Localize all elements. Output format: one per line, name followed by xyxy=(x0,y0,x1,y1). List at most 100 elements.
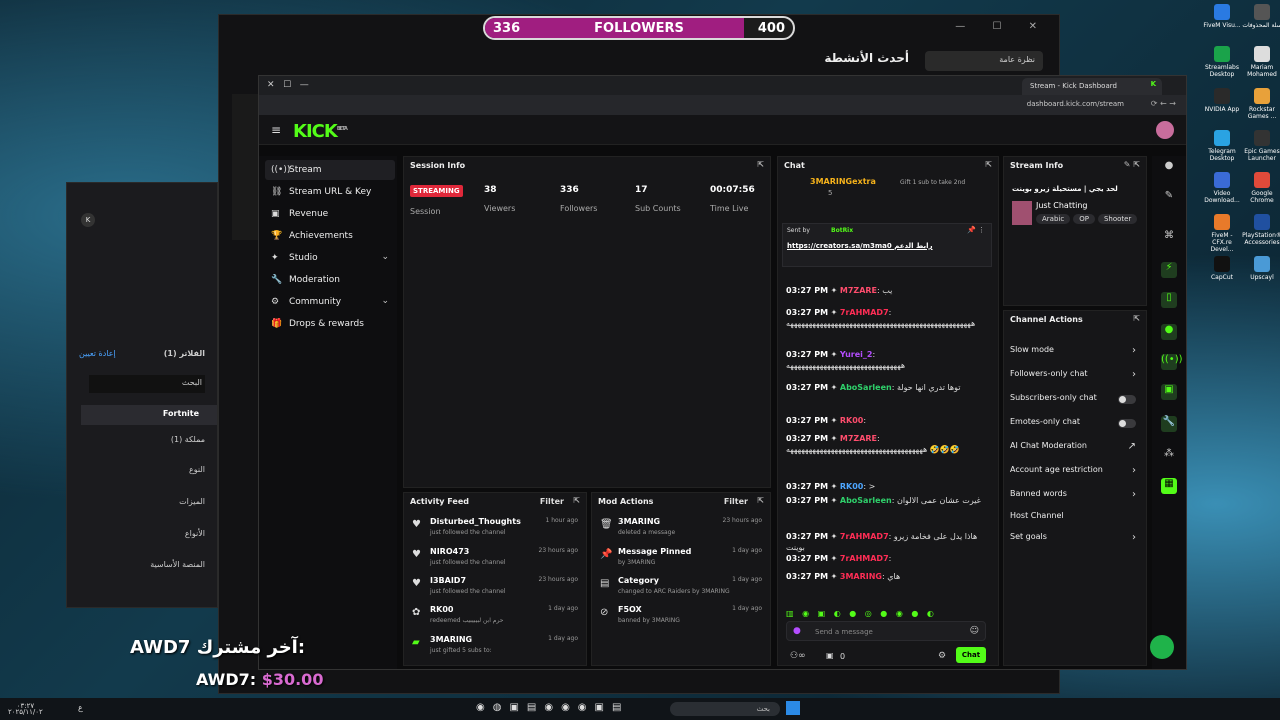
followers-only-row[interactable]: Followers-only chat › xyxy=(1010,369,1140,389)
window-controls[interactable]: ✕ ☐ — xyxy=(267,80,309,90)
address-bar[interactable]: dashboard.kick.com/stream ⟳ ← → xyxy=(259,95,1186,115)
sidebar-item-stream[interactable]: ((•)) Stream xyxy=(265,160,395,180)
emote-bar[interactable]: ▥ ◉ ▣ ◐ ● ◎ ● ◉ ● ◐ xyxy=(786,609,986,619)
host-channel-row[interactable]: Host Channel xyxy=(1010,511,1140,531)
emotes-only-toggle[interactable] xyxy=(1118,419,1136,428)
desktop-shortcut[interactable]: Google Chrome xyxy=(1242,172,1280,204)
broadcast-icon[interactable]: ((•)) xyxy=(1161,354,1183,370)
sidebar-item-studio[interactable]: ✦ Studio ⌄ xyxy=(265,248,395,268)
pinned-message[interactable]: Sent by BotRix https://creators.sa/m3ma0… xyxy=(782,223,992,267)
features-filter[interactable]: الميزات xyxy=(79,497,205,506)
pinned-link[interactable]: https://creators.sa/m3ma0 رابط الدعم xyxy=(787,242,933,250)
kick-logo[interactable]: KICKBETA xyxy=(293,121,348,142)
message-user[interactable]: M7ZARE xyxy=(840,434,877,443)
sidebar-item-achievements[interactable]: 🏆 Achievements xyxy=(265,226,395,246)
lightning-icon[interactable]: ⚡ xyxy=(1161,262,1177,278)
popout-icon[interactable]: ⇱ xyxy=(573,496,580,505)
document-icon[interactable]: ▯ xyxy=(1161,292,1177,308)
message-user[interactable]: 7rAHMAD7 xyxy=(840,532,889,541)
desktop-shortcut[interactable]: Telegram Desktop xyxy=(1202,130,1242,162)
banned-words-row[interactable]: Banned words › xyxy=(1010,489,1140,509)
sidebar-item-revenue[interactable]: ▣ Revenue xyxy=(265,204,395,224)
desktop-shortcut[interactable]: Rockstar Games ... xyxy=(1242,88,1280,120)
tab-kick-dashboard[interactable]: Stream - Kick Dashboard K xyxy=(1022,78,1162,95)
chat-bubble-icon[interactable]: ● xyxy=(1161,324,1177,340)
subscribers-only-toggle[interactable] xyxy=(1118,395,1136,404)
set-goals-row[interactable]: Set goals › xyxy=(1010,532,1140,552)
desktop-shortcut[interactable]: CapCut xyxy=(1202,256,1242,281)
desktop-shortcut[interactable]: PlayStation® Accessories xyxy=(1242,214,1280,246)
game-icon[interactable]: ▦ xyxy=(1161,478,1177,494)
account-age-row[interactable]: Account age restriction › xyxy=(1010,465,1140,485)
desktop-shortcut[interactable]: FiveM Visu... xyxy=(1202,4,1242,29)
genre-filter[interactable]: النوع xyxy=(79,465,205,474)
message-user[interactable]: AboSarleen xyxy=(840,496,892,505)
mic-icon[interactable]: ● xyxy=(793,626,801,636)
desktop-shortcut[interactable]: FiveM - CFX.re Devel... xyxy=(1202,214,1242,253)
types-filter[interactable]: الأنواع xyxy=(79,529,205,538)
menu-icon[interactable]: ≡ xyxy=(271,123,281,137)
language-indicator[interactable]: ع xyxy=(78,703,83,712)
ai-moderation-row[interactable]: AI Chat Moderation ↗ xyxy=(1010,441,1140,461)
message-user[interactable]: 7rAHMAD7 xyxy=(840,554,889,563)
action-label: Followers-only chat xyxy=(1010,369,1088,378)
chat-input[interactable]: ● Send a message ☺ xyxy=(786,621,986,641)
avatar[interactable] xyxy=(1156,121,1174,139)
message-user[interactable]: RK00 xyxy=(840,482,864,491)
popout-icon[interactable]: ⇱ xyxy=(985,160,992,169)
platform-filter[interactable]: المنصة الأساسية xyxy=(79,560,205,569)
stream-control-button[interactable] xyxy=(1150,635,1174,659)
popout-icon[interactable]: ⇱ xyxy=(757,160,764,169)
desktop-shortcut[interactable]: Epic Games Launcher xyxy=(1242,130,1280,162)
nav-arrows-icon[interactable]: ⟳ ← → xyxy=(1151,99,1176,108)
pencil-icon[interactable]: ✎ xyxy=(1161,190,1177,206)
desktop-shortcut[interactable]: Streamlabs Desktop xyxy=(1202,46,1242,78)
subscribers-only-row[interactable]: Subscribers-only chat xyxy=(1010,393,1140,413)
info-icon[interactable]: ● xyxy=(1161,160,1177,176)
popout-icon[interactable]: ⇱ xyxy=(1133,314,1140,323)
send-chat-button[interactable]: Chat xyxy=(956,647,986,663)
popout-icon[interactable]: ⇱ xyxy=(757,496,764,505)
add-widget-icon[interactable]: ⁂ xyxy=(1161,448,1177,464)
filter-button[interactable]: Filter xyxy=(724,497,748,506)
message-user[interactable]: 7rAHMAD7 xyxy=(840,308,889,317)
users-icon[interactable]: ⚇∞ xyxy=(790,651,806,661)
pin-icon[interactable]: 📌 ⋮ xyxy=(967,226,985,234)
message-user[interactable]: 3MARING xyxy=(840,572,882,581)
reset-link[interactable]: إعادة تعيين xyxy=(79,349,129,358)
wrench-icon[interactable]: 🔧 xyxy=(1161,416,1177,432)
desktop-shortcut[interactable]: Mariam Mohamed xyxy=(1242,46,1280,78)
settings-icon[interactable]: ⚙ xyxy=(938,651,946,661)
filter-search[interactable]: البحث xyxy=(89,375,205,393)
owned-filter[interactable]: مملكة (1) xyxy=(79,435,205,444)
sidebar-item-drops[interactable]: 🎁 Drops & rewards xyxy=(265,314,395,334)
emoji-icon[interactable]: ☺ xyxy=(970,626,979,636)
clip-icon[interactable]: ⌘ xyxy=(1161,230,1177,246)
pinned-apps[interactable]: ◉◍▣▤◉◉◉▣▤ xyxy=(476,702,629,713)
ad-icon[interactable]: ▣ xyxy=(1161,384,1177,400)
taskbar-search[interactable]: بحث xyxy=(670,702,780,716)
desktop-shortcut[interactable]: NVIDIA App xyxy=(1202,88,1242,113)
filter-button[interactable]: Filter xyxy=(540,497,564,506)
emotes-only-row[interactable]: Emotes-only chat xyxy=(1010,417,1140,437)
sidebar-item-community[interactable]: ⚙ Community ⌄ xyxy=(265,292,395,312)
message-time: 03:27 PM xyxy=(786,286,829,295)
message-user[interactable]: AboSarleen xyxy=(840,383,892,392)
avatar[interactable]: K xyxy=(81,213,95,227)
windows-start-icon[interactable] xyxy=(786,701,800,715)
sidebar-item-stream-url[interactable]: ⛓ Stream URL & Key xyxy=(265,182,395,202)
message-user[interactable]: M7ZARE xyxy=(840,286,877,295)
action-label: Banned words xyxy=(1010,489,1067,498)
slow-mode-row[interactable]: Slow mode › xyxy=(1010,345,1140,365)
desktop-shortcut[interactable]: Upscayl xyxy=(1242,256,1280,281)
message-user[interactable]: Yurei_2 xyxy=(840,350,873,359)
window-controls[interactable]: — ☐ ✕ xyxy=(955,21,1049,32)
message-user[interactable]: RK00 xyxy=(840,416,864,425)
selected-filter[interactable]: Fortnite xyxy=(81,405,217,425)
overview-button[interactable]: نظرة عامة xyxy=(925,51,1043,71)
sidebar-item-moderation[interactable]: 🔧 Moderation xyxy=(265,270,395,290)
edit-popout-icon[interactable]: ✎ ⇱ xyxy=(1124,160,1140,169)
store-icon[interactable]: ▣ xyxy=(826,651,834,660)
desktop-shortcut[interactable]: Video Download... xyxy=(1202,172,1242,204)
desktop-shortcut[interactable]: سلة المحذوفات xyxy=(1242,4,1280,29)
